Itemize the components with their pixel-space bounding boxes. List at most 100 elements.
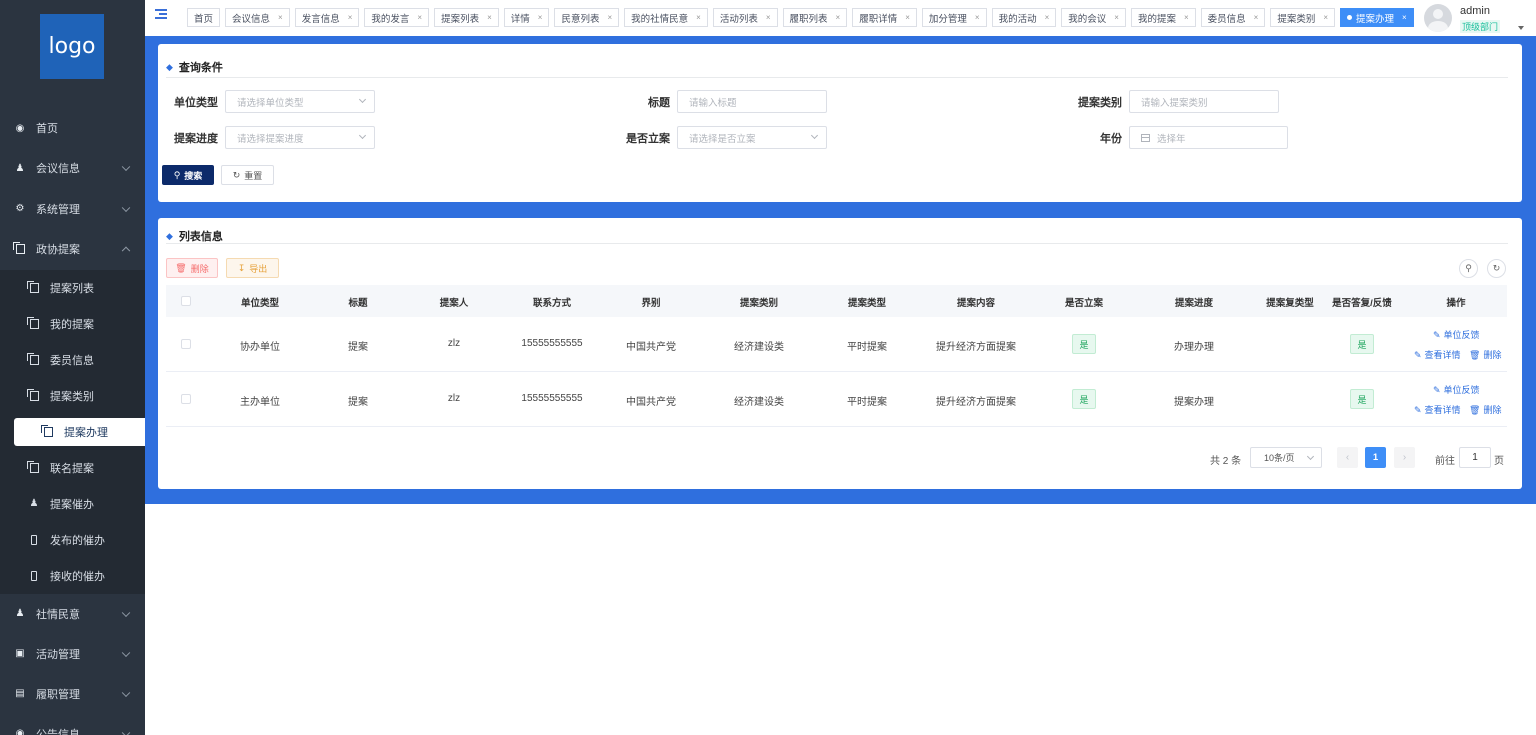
detail-link[interactable]: ✎ 查看详情 bbox=[1414, 403, 1461, 416]
year-picker[interactable]: 选择年 bbox=[1129, 126, 1288, 149]
sidebar-item-opinion[interactable]: ♟ 社情民意 bbox=[0, 594, 145, 634]
tab-16[interactable]: 提案类别 × bbox=[1270, 8, 1336, 27]
tab-2[interactable]: 发言信息 × bbox=[294, 8, 360, 27]
progress-select[interactable]: 请选择提案进度 bbox=[225, 126, 375, 149]
prev-page-button[interactable]: ‹ bbox=[1337, 447, 1358, 468]
col-sector: 界别 bbox=[641, 298, 661, 309]
unit-type-select[interactable]: 请选择单位类型 bbox=[225, 90, 375, 113]
row-checkbox[interactable] bbox=[181, 339, 191, 349]
menu-toggle-icon[interactable] bbox=[155, 9, 167, 20]
close-icon[interactable]: × bbox=[1184, 13, 1189, 22]
sidebar-item-urge-received[interactable]: 接收的催办 bbox=[0, 558, 145, 594]
sidebar-item-my-proposal[interactable]: 我的提案 bbox=[0, 306, 145, 342]
close-icon[interactable]: × bbox=[1114, 13, 1119, 22]
export-button[interactable]: ↧ 导出 bbox=[226, 258, 279, 278]
sidebar-item-notice[interactable]: ◉ 公告信息 bbox=[0, 714, 145, 735]
row-checkbox[interactable] bbox=[181, 394, 191, 404]
feedback-link[interactable]: ✎ 单位反馈 bbox=[1433, 328, 1480, 341]
page-size-select[interactable]: 10条/页 bbox=[1250, 447, 1322, 468]
close-icon[interactable]: × bbox=[975, 13, 980, 22]
document-icon bbox=[26, 460, 40, 474]
sidebar-item-joint[interactable]: 联名提案 bbox=[0, 450, 145, 486]
tab-0[interactable]: 首页 bbox=[187, 8, 221, 27]
tab-4[interactable]: 提案列表 × bbox=[434, 8, 499, 27]
caret-down-icon[interactable] bbox=[1518, 26, 1524, 30]
progress-label: 提案进度 bbox=[174, 133, 218, 145]
dashboard-icon: ◉ bbox=[15, 122, 25, 134]
close-icon[interactable]: × bbox=[417, 13, 422, 22]
tab-6[interactable]: 民意列表 × bbox=[554, 8, 620, 27]
tab-17[interactable]: 提案办理 × bbox=[1340, 8, 1414, 27]
category-label: 提案类别 bbox=[1078, 97, 1122, 109]
sidebar-item-meeting[interactable]: ♟ 会议信息 bbox=[0, 148, 145, 189]
tab-12[interactable]: 我的活动 × bbox=[991, 8, 1057, 27]
delete-button[interactable]: 🗑 删除 bbox=[166, 258, 218, 278]
sidebar-item-proposal[interactable]: 政协提案 bbox=[0, 229, 145, 270]
progress-placeholder: 请选择提案进度 bbox=[237, 133, 304, 145]
tab-3[interactable]: 我的发言 × bbox=[364, 8, 430, 27]
feedback-link[interactable]: ✎ 单位反馈 bbox=[1433, 383, 1480, 396]
sidebar-item-category[interactable]: 提案类别 bbox=[0, 378, 145, 414]
close-icon[interactable]: × bbox=[905, 13, 910, 22]
cell-type: 平时提案 bbox=[847, 342, 887, 353]
unit-type-placeholder: 请选择单位类型 bbox=[237, 97, 304, 109]
page-number-current[interactable]: 1 bbox=[1365, 447, 1386, 468]
export-button-label: 导出 bbox=[249, 263, 268, 274]
close-icon[interactable]: × bbox=[836, 13, 841, 22]
sidebar-item-urge[interactable]: ♟ 提案催办 bbox=[0, 486, 145, 522]
pager-total: 共 2 条 bbox=[1210, 456, 1242, 467]
user-menu[interactable]: admin 顶级部门 bbox=[1424, 3, 1524, 33]
sidebar-item-label: 公告信息 bbox=[36, 728, 80, 735]
close-icon[interactable]: × bbox=[696, 13, 701, 22]
close-icon[interactable]: × bbox=[1254, 13, 1259, 22]
tab-label: 发言信息 bbox=[301, 13, 340, 25]
tab-14[interactable]: 我的提案 × bbox=[1130, 8, 1196, 27]
detail-link[interactable]: ✎ 查看详情 bbox=[1414, 348, 1461, 361]
goto-page-input[interactable]: 1 bbox=[1459, 447, 1491, 468]
close-icon[interactable]: × bbox=[766, 13, 771, 22]
close-icon[interactable]: × bbox=[607, 13, 612, 22]
cell-title: 提案 bbox=[348, 342, 368, 353]
close-icon[interactable]: × bbox=[278, 13, 283, 22]
tab-10[interactable]: 履职详情 × bbox=[852, 8, 917, 27]
tab-7[interactable]: 我的社情民意 × bbox=[624, 8, 708, 27]
category-placeholder: 请输入提案类别 bbox=[1141, 97, 1208, 109]
tab-8[interactable]: 活动列表 × bbox=[712, 8, 778, 27]
sidebar-item-duty[interactable]: ▤ 履职管理 bbox=[0, 674, 145, 714]
delete-link[interactable]: 🗑 删除 bbox=[1469, 348, 1501, 361]
sidebar-item-label: 提案办理 bbox=[64, 426, 108, 439]
tab-1[interactable]: 会议信息 × bbox=[225, 8, 290, 27]
close-icon[interactable]: × bbox=[348, 13, 353, 22]
filed-select[interactable]: 请选择是否立案 bbox=[677, 126, 827, 149]
search-button[interactable]: ⚲ 搜索 bbox=[162, 165, 214, 185]
close-icon[interactable]: × bbox=[1323, 13, 1328, 22]
tab-9[interactable]: 履职列表 × bbox=[782, 8, 848, 27]
select-all-checkbox[interactable] bbox=[181, 296, 191, 306]
avatar[interactable] bbox=[1424, 4, 1452, 32]
sidebar-item-handling[interactable]: 提案办理 bbox=[14, 417, 145, 446]
sidebar-item-system[interactable]: ⚙ 系统管理 bbox=[0, 189, 145, 230]
chevron-down-icon bbox=[121, 688, 131, 697]
tab-11[interactable]: 加分管理 × bbox=[921, 8, 987, 27]
sidebar-item-home[interactable]: ◉ 首页 bbox=[0, 108, 145, 148]
refresh-button[interactable]: ↻ bbox=[1487, 259, 1506, 278]
close-icon[interactable]: × bbox=[538, 13, 543, 22]
tab-5[interactable]: 详情 × bbox=[503, 8, 550, 27]
tab-13[interactable]: 我的会议 × bbox=[1061, 8, 1126, 27]
tab-label: 履职列表 bbox=[789, 13, 828, 25]
sidebar-item-activity[interactable]: ▣ 活动管理 bbox=[0, 634, 145, 674]
reset-button[interactable]: ↻ 重置 bbox=[221, 165, 274, 185]
title-input[interactable]: 请输入标题 bbox=[677, 90, 827, 113]
search-toggle-button[interactable]: ⚲ bbox=[1459, 259, 1478, 278]
close-icon[interactable]: × bbox=[487, 13, 492, 22]
close-icon[interactable]: × bbox=[1402, 13, 1407, 22]
category-input[interactable]: 请输入提案类别 bbox=[1129, 90, 1279, 113]
detail-link-label: 查看详情 bbox=[1424, 405, 1461, 415]
delete-link[interactable]: 🗑 删除 bbox=[1469, 403, 1501, 416]
close-icon[interactable]: × bbox=[1045, 13, 1050, 22]
next-page-button[interactable]: › bbox=[1394, 447, 1415, 468]
sidebar-item-member-info[interactable]: 委员信息 bbox=[0, 342, 145, 378]
sidebar-item-urge-sent[interactable]: 发布的催办 bbox=[0, 522, 145, 558]
tab-15[interactable]: 委员信息 × bbox=[1200, 8, 1266, 27]
sidebar-item-proposal-list[interactable]: 提案列表 bbox=[0, 270, 145, 306]
